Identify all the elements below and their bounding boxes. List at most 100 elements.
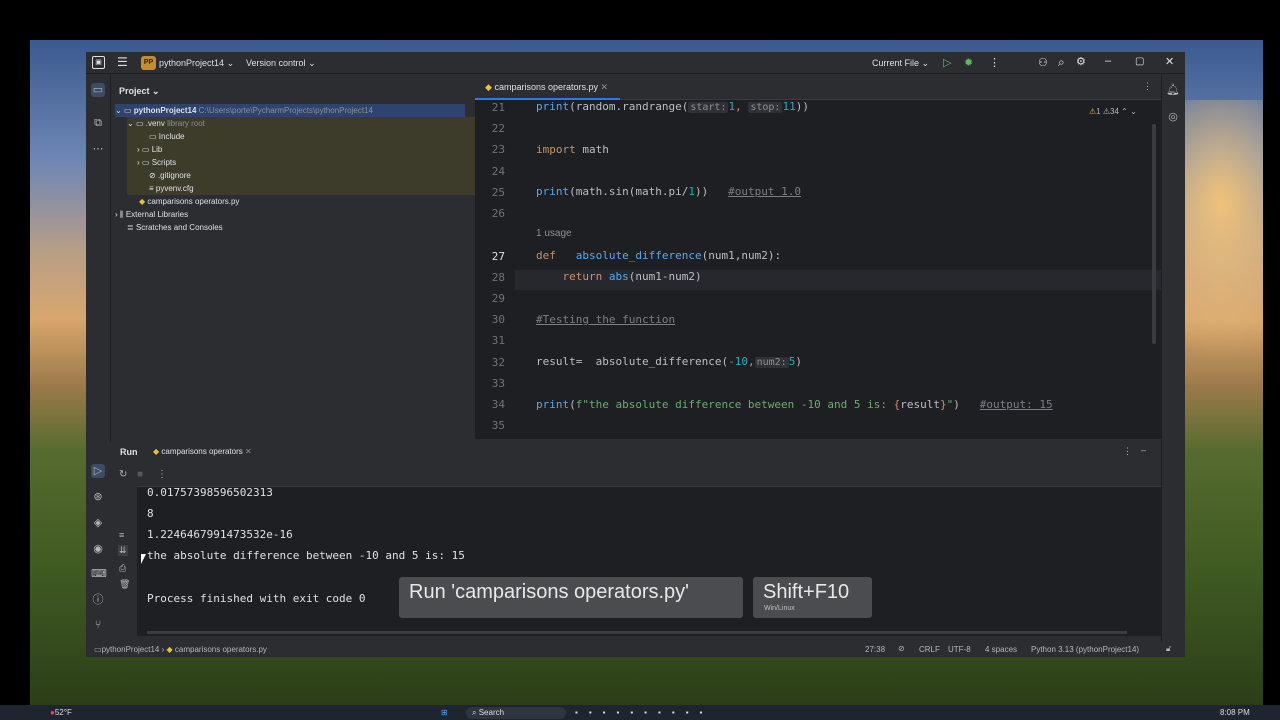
code-line-23[interactable]: import math: [536, 143, 609, 156]
ignore-file-icon: ⊘: [149, 171, 156, 180]
project-panel-header[interactable]: Project ⌄: [119, 86, 160, 97]
tooltip-action: Run 'camparisons operators.py': [409, 581, 689, 603]
indent-setting[interactable]: 4 spaces: [985, 645, 1017, 654]
breadcrumb[interactable]: ▭pythonProject14 › ◆ camparisons operato…: [94, 645, 267, 654]
app-logo-icon[interactable]: ▣: [92, 56, 105, 69]
main-menu-icon[interactable]: ☰: [117, 55, 128, 69]
folder-icon: ▭: [94, 645, 102, 654]
services-icon[interactable]: ◉: [91, 542, 105, 556]
console-h-scrollbar[interactable]: [147, 631, 1127, 634]
taskbar-app-icons[interactable]: ▪▪▪▪▪▪▪▪▪▪: [575, 708, 713, 717]
tree-item-pyvenv[interactable]: ≡ pyvenv.cfg: [127, 182, 475, 195]
output-line: 0.01757398596502313: [147, 486, 273, 499]
screen-top-black-bar: [0, 0, 1280, 40]
tree-item-lib[interactable]: › ▭ Lib: [127, 143, 475, 156]
project-tool-icon[interactable]: ▭: [91, 83, 105, 97]
bottom-left-tool-strip: ▷ ⊛ ◈ ◉ ⌨ ⓘ ⑂: [86, 442, 111, 642]
line-number: 35: [491, 419, 505, 432]
tree-item-include[interactable]: ▭ Include: [127, 130, 475, 143]
debug-icon[interactable]: ✹: [964, 56, 973, 69]
clear-icon[interactable]: 🗑︎: [119, 579, 130, 590]
right-tool-strip: 🔔︎ ◎: [1161, 74, 1185, 657]
caret-position[interactable]: 27:38: [865, 645, 885, 654]
terminal-icon[interactable]: ⌨: [91, 567, 107, 581]
tree-item-scripts[interactable]: › ▭ Scripts: [127, 156, 475, 169]
output-line: 1.2246467991473532e-16: [147, 528, 293, 541]
folder-icon: ▭: [141, 145, 150, 154]
code-line-25[interactable]: print(math.sin(math.pi/1)) #output 1.0: [536, 185, 801, 198]
account-icon[interactable]: ⚇: [1038, 56, 1048, 69]
notifications-icon[interactable]: 🔔︎: [1166, 83, 1180, 97]
settings-gear-icon[interactable]: ⚙: [1076, 55, 1086, 68]
problems-icon[interactable]: ⓘ: [91, 593, 105, 607]
folder-icon: ▭: [135, 119, 144, 128]
structure-tool-icon[interactable]: ⧉: [91, 116, 105, 130]
mouse-cursor-icon: [141, 554, 149, 564]
tree-item-project-root[interactable]: ⌄ ▭ pythonProject14 C:\Users\porte\Pycha…: [115, 104, 465, 117]
code-line-21[interactable]: print(random.randrange(start: 1, stop: 11)…: [536, 100, 809, 113]
code-line-34[interactable]: print(f"the absolute difference between …: [536, 398, 1053, 411]
python-interpreter[interactable]: Python 3.13 (pythonProject14): [1031, 645, 1139, 654]
line-number: 29: [491, 292, 505, 305]
python-packages-icon[interactable]: ⊛: [91, 490, 105, 504]
file-encoding[interactable]: UTF-8: [948, 645, 971, 654]
run-options-icon[interactable]: ⋮: [1123, 446, 1132, 457]
clock[interactable]: 8:08 PM: [1220, 708, 1250, 717]
tree-item-scratches[interactable]: ≣ Scratches and Consoles: [127, 221, 465, 234]
print-icon[interactable]: ⎙: [119, 563, 126, 574]
more-actions-icon[interactable]: ⋮: [989, 56, 1000, 69]
readonly-toggle-icon[interactable]: ⊘: [898, 644, 905, 653]
editor-tab-bar: ◆ camparisons operators.py ✕ ⋮: [475, 74, 1161, 100]
code-line-30[interactable]: #Testing the function: [536, 313, 675, 326]
line-number: 25: [491, 186, 505, 199]
run-minimize-icon[interactable]: –: [1141, 445, 1146, 455]
tree-item-gitignore[interactable]: ⊘ .gitignore: [127, 169, 475, 182]
run-title: Run: [120, 447, 138, 457]
stop-icon[interactable]: ■: [137, 469, 143, 480]
run-tool-icon[interactable]: ▷: [91, 464, 105, 478]
close-tab-icon[interactable]: ✕: [245, 447, 252, 456]
tree-item-external-libraries[interactable]: › ⫼ External Libraries: [115, 208, 465, 221]
line-number: 33: [491, 377, 505, 390]
tree-item-python-file[interactable]: ◆ camparisons operators.py: [139, 195, 475, 208]
run-tab[interactable]: ◆ camparisons operators ✕: [153, 447, 252, 456]
chevron-down-icon: ⌄: [115, 106, 122, 115]
rerun-icon[interactable]: ↻: [119, 469, 127, 480]
search-box[interactable]: ⌕ Search: [466, 707, 566, 719]
run-config-select[interactable]: Current File ⌄: [872, 58, 929, 69]
vcs-menu[interactable]: Version control ⌄: [246, 58, 316, 69]
pycharm-window: ▣ ☰ PP pythonProject14 ⌄ Version control…: [86, 52, 1185, 657]
ai-assistant-icon[interactable]: ◎: [1166, 110, 1180, 124]
project-switcher[interactable]: pythonProject14 ⌄: [159, 58, 234, 69]
line-number: 34: [491, 398, 505, 411]
folder-icon: ▭: [149, 132, 157, 141]
soft-wrap-icon[interactable]: ≡: [119, 530, 124, 540]
start-button[interactable]: ⊞: [441, 708, 448, 717]
search-icon[interactable]: ⌕: [1058, 55, 1065, 70]
lock-icon[interactable]: 🔓︎: [1166, 644, 1171, 654]
taskbar: ●52°F ⊞ ⌕ Search ▪▪▪▪▪▪▪▪▪▪ 8:08 PM: [0, 705, 1280, 720]
code-line-27[interactable]: def absolute_difference(num1,num2):: [536, 249, 781, 262]
project-panel: Project ⌄ ⌄ ▭ pythonProject14 C:\Users\p…: [111, 74, 475, 439]
tab-options-icon[interactable]: ⋮: [1143, 81, 1152, 92]
line-separator[interactable]: CRLF: [919, 645, 940, 654]
more-run-actions-icon[interactable]: ⋮: [157, 469, 167, 480]
code-line-32[interactable]: result= absolute_difference(-10, num2: 5): [536, 355, 802, 368]
minimize-icon[interactable]: –: [1105, 55, 1111, 67]
close-icon[interactable]: ✕: [1165, 55, 1174, 68]
weather-widget[interactable]: ●52°F: [50, 708, 72, 717]
more-tools-icon[interactable]: ⋯: [91, 142, 105, 156]
close-tab-icon[interactable]: ✕: [601, 82, 609, 92]
code-line-28[interactable]: return abs(num1-num2): [536, 270, 701, 283]
maximize-icon[interactable]: ▢: [1135, 56, 1144, 67]
git-icon[interactable]: ⑂: [91, 618, 105, 632]
tree-item-venv[interactable]: ⌄ ▭ .venv library root: [127, 117, 475, 130]
chevron-right-icon: ›: [137, 145, 140, 154]
scroll-to-end-icon[interactable]: ⇊: [118, 545, 128, 556]
layers-icon[interactable]: ◈: [91, 516, 105, 530]
editor-scrollbar[interactable]: [1152, 124, 1156, 344]
run-icon[interactable]: ▷: [943, 56, 951, 69]
usage-hint[interactable]: 1 usage: [536, 228, 572, 239]
tab-camparisons-operators[interactable]: ◆ camparisons operators.py ✕: [475, 74, 621, 100]
inspection-widget[interactable]: ⚠1 ⚠34 ⌃ ⌄: [1089, 107, 1137, 116]
